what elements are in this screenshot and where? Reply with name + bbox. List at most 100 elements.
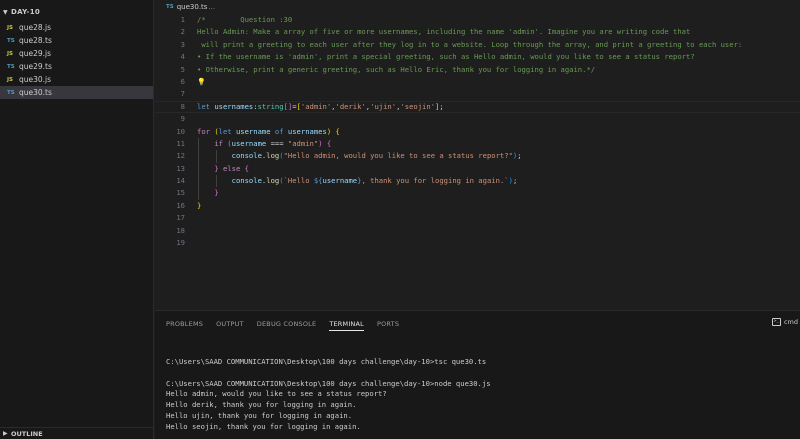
line-number: 16 bbox=[176, 200, 185, 210]
code-line: 💡 bbox=[197, 76, 797, 88]
breadcrumb-ellipsis[interactable]: ... bbox=[208, 3, 215, 11]
function-name: log bbox=[266, 176, 280, 186]
outline-section-header[interactable]: ▶ OUTLINE bbox=[0, 427, 154, 439]
bracket: ) bbox=[326, 126, 332, 136]
code-line-for: for (let username of usernames) { bbox=[197, 126, 797, 138]
file-item-que28-js[interactable]: JS que28.js bbox=[0, 21, 153, 34]
punctuation: ; bbox=[512, 176, 518, 186]
bracket: { bbox=[335, 126, 340, 136]
code-line-close: } bbox=[197, 200, 797, 212]
template-string: , thank you for logging in again.` bbox=[361, 176, 509, 186]
code-line-log: console.log("Hello admin, would you like… bbox=[197, 150, 797, 163]
indent-guide bbox=[198, 150, 199, 163]
typescript-file-icon: TS bbox=[7, 63, 15, 70]
tab-terminal[interactable]: TERMINAL bbox=[329, 318, 364, 331]
code-lines: /* Question :30 Hello Admin: Make a arra… bbox=[197, 14, 797, 249]
file-item-que28-ts[interactable]: TS que28.ts bbox=[0, 34, 153, 47]
line-number: 12 bbox=[176, 151, 185, 161]
line-number: 7 bbox=[180, 89, 185, 99]
breadcrumb-file[interactable]: TS que30.ts ... bbox=[155, 0, 215, 14]
file-item-que29-ts[interactable]: TS que29.ts bbox=[0, 60, 153, 73]
file-name: que29.js bbox=[19, 49, 52, 58]
terminal-line: Hello derik, thank you for logging in ag… bbox=[166, 400, 357, 410]
outline-label: OUTLINE bbox=[11, 429, 43, 438]
code-line-comment: /* Question :30 bbox=[197, 15, 293, 24]
bracket: { bbox=[244, 163, 249, 173]
indent-guide bbox=[198, 137, 199, 151]
terminal-line: C:\Users\SAAD COMMUNICATION\Desktop\100 … bbox=[166, 357, 487, 366]
string-literal: "admin" bbox=[287, 138, 319, 148]
editor-breadcrumb-bar: TS que30.ts ... bbox=[155, 0, 800, 14]
code-line-log: console.log(`Hello ${username}, thank yo… bbox=[197, 175, 797, 188]
string-literal: 'seojin' bbox=[400, 101, 436, 111]
lightbulb-icon[interactable]: 💡 bbox=[197, 78, 206, 86]
terminal-icon: >_ bbox=[771, 318, 781, 326]
indent-guide bbox=[198, 175, 199, 188]
line-number: 11 bbox=[176, 138, 185, 148]
explorer-sidebar: ▼ DAY-10 JS que28.js TS que28.ts JS que2… bbox=[0, 0, 154, 439]
tab-output[interactable]: OUTPUT bbox=[216, 318, 244, 331]
terminal-line: Hello seojin, thank you for logging in a… bbox=[166, 421, 361, 431]
terminal-line: C:\Users\SAAD COMMUNICATION\Desktop\100 … bbox=[166, 378, 491, 388]
folder-name: DAY-10 bbox=[11, 8, 41, 16]
template-delimiter: ${ bbox=[313, 176, 323, 186]
line-number: 18 bbox=[176, 225, 185, 235]
javascript-file-icon: JS bbox=[7, 50, 14, 57]
line-number: 6 bbox=[180, 76, 185, 86]
indent-guide bbox=[198, 162, 199, 176]
bracket: } bbox=[214, 163, 219, 173]
folder-day-10[interactable]: ▼ DAY-10 bbox=[0, 4, 153, 20]
bracket: } bbox=[197, 200, 202, 210]
file-item-que30-ts[interactable]: TS que30.ts bbox=[0, 86, 153, 99]
string-literal: 'admin' bbox=[300, 101, 332, 111]
line-number: 10 bbox=[176, 126, 185, 136]
line-number: 19 bbox=[176, 238, 185, 248]
punctuation: ; bbox=[439, 101, 444, 111]
code-line-comment: • Otherwise, print a generic greeting, s… bbox=[197, 64, 596, 74]
identifier: usernames bbox=[214, 101, 254, 111]
code-line-close: } bbox=[197, 187, 797, 200]
keyword: let bbox=[197, 101, 210, 111]
file-name: que30.js bbox=[19, 75, 52, 84]
string-literal: 'ujin' bbox=[370, 101, 397, 111]
file-item-que30-js[interactable]: JS que30.js bbox=[0, 73, 153, 86]
line-number: 2 bbox=[180, 27, 185, 37]
tab-debug-console[interactable]: DEBUG CONSOLE bbox=[257, 318, 317, 331]
string-literal: 'derik' bbox=[335, 101, 366, 111]
typescript-file-icon: TS bbox=[166, 4, 174, 10]
function-name: log bbox=[266, 151, 280, 161]
terminal-line: Hello ujin, thank you for logging in aga… bbox=[166, 410, 353, 420]
identifier: username bbox=[322, 176, 358, 186]
line-number: 1 bbox=[180, 15, 185, 24]
terminal-output[interactable]: C:\Users\SAAD COMMUNICATION\Desktop\100 … bbox=[166, 357, 796, 433]
tab-ports[interactable]: PORTS bbox=[377, 318, 399, 331]
file-item-que29-js[interactable]: JS que29.js bbox=[0, 47, 153, 60]
identifier: console bbox=[231, 151, 262, 161]
line-number: 9 bbox=[180, 114, 185, 124]
chevron-right-icon: ▶ bbox=[3, 430, 8, 437]
terminal-line: Hello admin, would you like to see a sta… bbox=[166, 389, 387, 399]
line-number-gutter: 1 2 3 4 5 6 7 8 9 10 11 12 13 14 15 16 1… bbox=[155, 14, 185, 249]
line-number: 5 bbox=[180, 64, 185, 74]
terminal-shell-selector[interactable]: >_ cmd bbox=[771, 318, 798, 326]
bracket: } bbox=[214, 188, 219, 198]
file-name: que29.ts bbox=[19, 62, 52, 71]
keyword: let bbox=[218, 126, 232, 136]
breadcrumb-file-name: que30.ts bbox=[176, 3, 208, 11]
javascript-file-icon: JS bbox=[7, 76, 14, 83]
line-number: 4 bbox=[180, 52, 185, 62]
operator: === bbox=[270, 138, 284, 148]
keyword: for bbox=[197, 126, 210, 136]
code-line-declaration: let usernames:string[]=['admin','derik',… bbox=[197, 101, 797, 113]
code-editor[interactable]: 1 2 3 4 5 6 7 8 9 10 11 12 13 14 15 16 1… bbox=[155, 14, 800, 310]
chevron-down-icon: ▼ bbox=[3, 8, 8, 16]
tab-problems[interactable]: PROBLEMS bbox=[166, 318, 203, 331]
punctuation: ; bbox=[517, 151, 522, 161]
typescript-file-icon: TS bbox=[7, 37, 15, 44]
file-name: que30.ts bbox=[19, 88, 52, 97]
bracket: ) bbox=[318, 138, 323, 148]
